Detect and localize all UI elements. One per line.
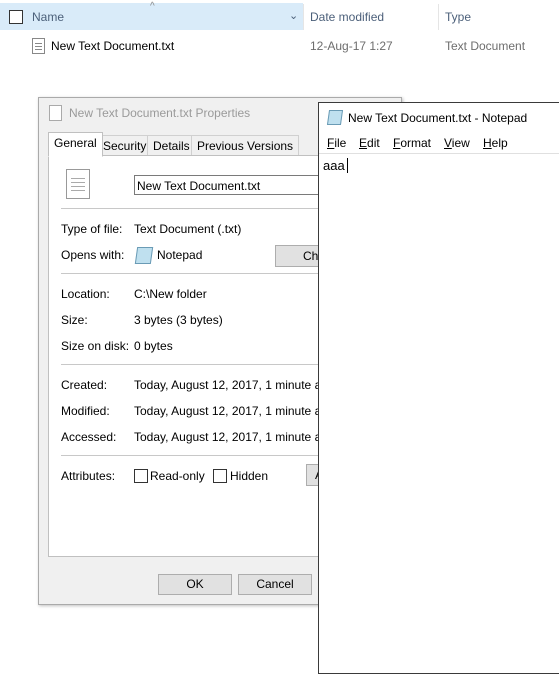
notepad-content[interactable]: aaa xyxy=(323,158,345,173)
hidden-label[interactable]: Hidden xyxy=(230,469,268,483)
opens-with-value: Notepad xyxy=(157,248,203,262)
size-label: Size: xyxy=(61,313,88,327)
sort-ascending-icon: ^ xyxy=(150,1,155,12)
select-all-checkbox[interactable] xyxy=(9,10,23,24)
menu-format[interactable]: Format xyxy=(393,136,431,150)
notepad-window: New Text Document.txt - Notepad File Edi… xyxy=(318,102,559,674)
file-name[interactable]: New Text Document.txt xyxy=(51,39,174,53)
notepad-icon xyxy=(326,110,344,125)
attributes-label: Attributes: xyxy=(61,469,116,483)
opens-with-label: Opens with: xyxy=(61,248,125,262)
notepad-text-area[interactable]: aaa xyxy=(319,153,559,674)
document-icon xyxy=(49,105,62,121)
modified-value: Today, August 12, 2017, 1 minute ago xyxy=(134,404,335,418)
tab-security[interactable]: Security xyxy=(97,135,153,157)
notepad-title: New Text Document.txt - Notepad xyxy=(348,111,528,125)
notepad-menu-bar: File Edit Format View Help xyxy=(319,133,559,153)
file-type: Text Document xyxy=(445,39,526,53)
dialog-title: New Text Document.txt Properties xyxy=(69,106,251,120)
accessed-value: Today, August 12, 2017, 1 minute ago xyxy=(134,430,335,444)
tab-previous-versions[interactable]: Previous Versions xyxy=(191,135,300,157)
cancel-button[interactable]: Cancel xyxy=(238,574,312,595)
menu-edit[interactable]: Edit xyxy=(359,136,380,150)
ok-button[interactable]: OK xyxy=(158,574,232,595)
size-value: 3 bytes (3 bytes) xyxy=(134,313,223,327)
size-on-disk-label: Size on disk: xyxy=(61,339,130,353)
column-divider[interactable] xyxy=(303,4,304,30)
explorer-column-header: Name ^ ⌄ Date modified Type xyxy=(0,0,559,32)
notepad-icon xyxy=(134,247,154,264)
file-date-modified: 12-Aug-17 1:27 xyxy=(310,39,393,53)
column-divider[interactable] xyxy=(438,4,439,30)
chevron-down-icon[interactable]: ⌄ xyxy=(289,9,298,22)
type-column-header[interactable]: Type xyxy=(445,10,471,24)
accessed-label: Accessed: xyxy=(61,430,117,444)
text-document-icon xyxy=(66,169,90,199)
type-value: Text Document (.txt) xyxy=(134,222,242,236)
notepad-title-bar[interactable]: New Text Document.txt - Notepad xyxy=(319,103,559,130)
location-value: C:\New folder xyxy=(134,287,207,301)
read-only-checkbox[interactable] xyxy=(134,469,148,483)
type-label: Type of file: xyxy=(61,222,123,236)
hidden-checkbox[interactable] xyxy=(213,469,227,483)
tab-general[interactable]: General xyxy=(48,132,103,157)
menu-file[interactable]: File xyxy=(327,136,346,150)
created-label: Created: xyxy=(61,378,108,392)
created-value: Today, August 12, 2017, 1 minute ago xyxy=(134,378,335,392)
size-on-disk-value: 0 bytes xyxy=(134,339,173,353)
menu-help[interactable]: Help xyxy=(483,136,508,150)
name-column-label: Name xyxy=(32,10,65,24)
text-file-icon xyxy=(32,38,45,54)
read-only-label[interactable]: Read-only xyxy=(150,469,205,483)
tab-details[interactable]: Details xyxy=(147,135,196,157)
text-cursor xyxy=(347,158,348,173)
modified-label: Modified: xyxy=(61,404,110,418)
location-label: Location: xyxy=(61,287,110,301)
menu-view[interactable]: View xyxy=(444,136,470,150)
date-modified-column-header[interactable]: Date modified xyxy=(310,10,384,24)
